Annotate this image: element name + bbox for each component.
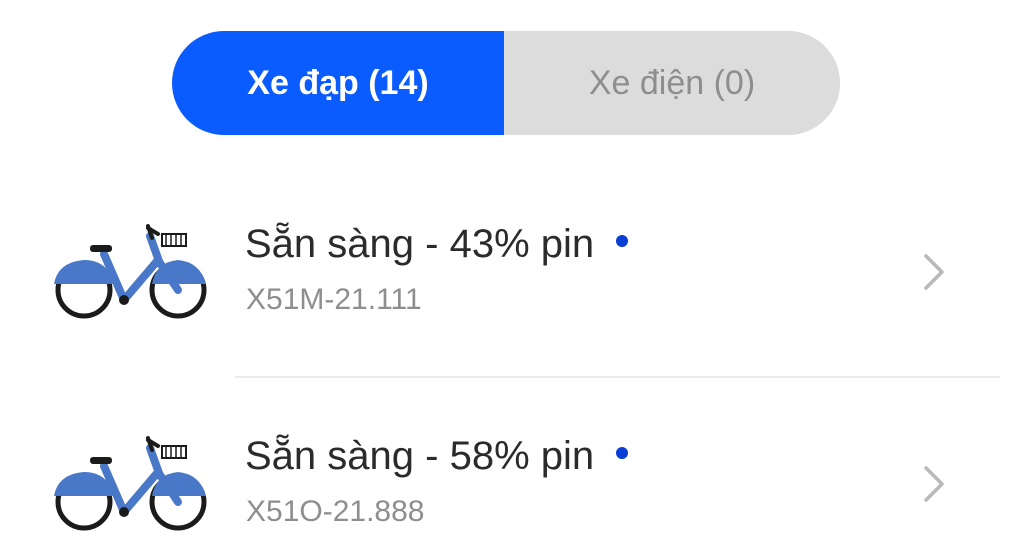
chevron-right-icon [924, 254, 944, 290]
vehicle-status: Sẵn sàng - 43% pin [245, 222, 629, 267]
list-divider [235, 376, 1000, 378]
status-dot [616, 234, 629, 247]
bicycle-icon [54, 224, 207, 319]
vehicle-code: X51M-21.111 [246, 283, 422, 316]
list-item[interactable]: Sẵn sàng - 43% pin X51M-21.111 [0, 208, 1024, 338]
vehicle-status-text: Sẵn sàng - 58% pin [245, 434, 595, 478]
list-item[interactable]: Sẵn sàng - 58% pin X51O-21.888 [0, 420, 1024, 550]
vehicle-status: Sẵn sàng - 58% pin [245, 434, 629, 479]
vehicle-type-segmented-control: Xe đạp (14) Xe điện (0) [172, 31, 840, 135]
chevron-right-icon [924, 466, 944, 502]
vehicle-status-text: Sẵn sàng - 43% pin [245, 222, 595, 266]
tab-bicycles[interactable]: Xe đạp (14) [172, 31, 504, 135]
bicycle-icon [54, 436, 207, 531]
tab-electric-bikes[interactable]: Xe điện (0) [504, 31, 840, 135]
vehicle-code: X51O-21.888 [246, 495, 425, 528]
status-dot [616, 446, 629, 459]
